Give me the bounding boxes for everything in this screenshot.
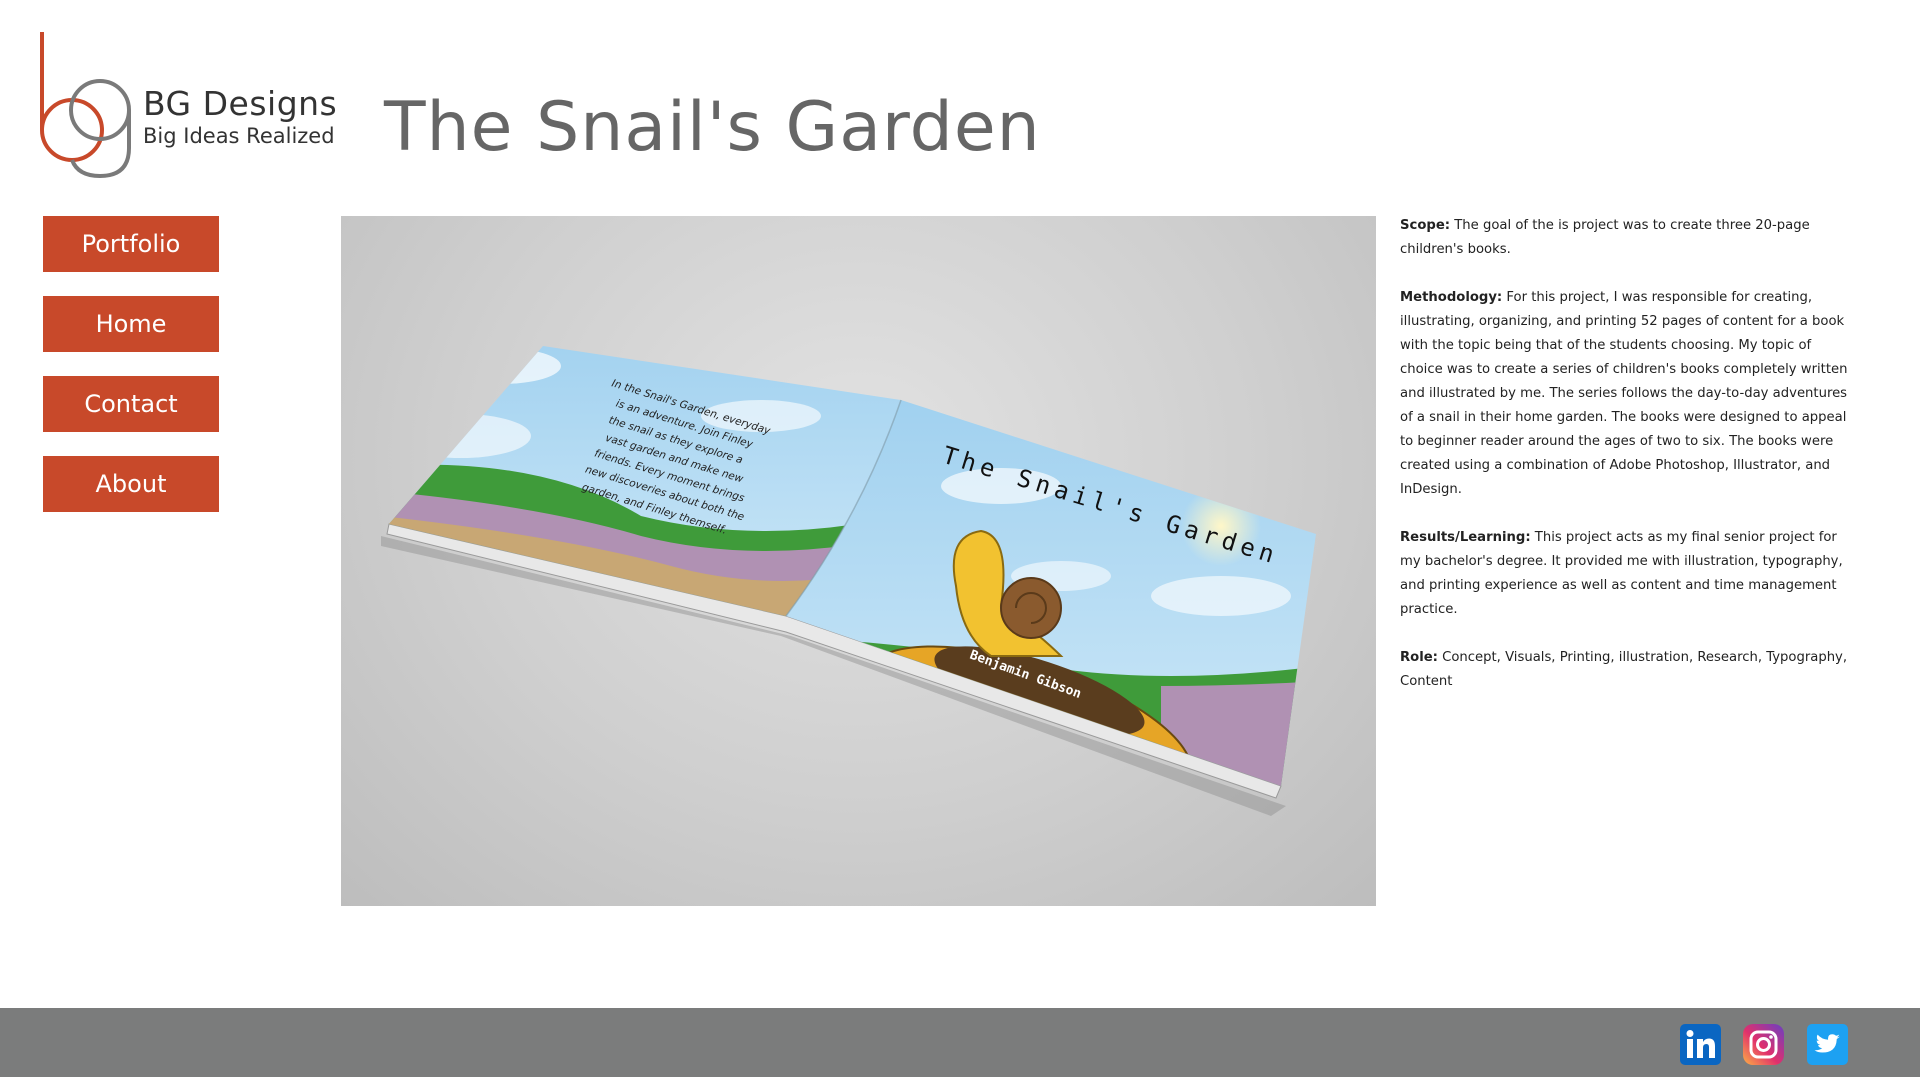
results-paragraph: Results/Learning: This project acts as m… [1400, 526, 1848, 622]
instagram-link[interactable] [1743, 1024, 1784, 1065]
instagram-icon [1743, 1024, 1784, 1065]
bg-monogram-icon [40, 32, 131, 179]
role-paragraph: Role: Concept, Visuals, Printing, illust… [1400, 646, 1848, 694]
nav-portfolio-button[interactable]: Portfolio [43, 216, 219, 272]
linkedin-link[interactable] [1680, 1024, 1721, 1065]
project-description: Scope: The goal of the is project was to… [1400, 214, 1848, 718]
scope-paragraph: Scope: The goal of the is project was to… [1400, 214, 1848, 262]
side-nav: Portfolio Home Contact About [43, 216, 219, 536]
scope-text: The goal of the is project was to create… [1400, 218, 1810, 257]
methodology-paragraph: Methodology: For this project, I was res… [1400, 286, 1848, 502]
brand-name: BG Designs [143, 84, 338, 123]
book-mockup-image: In the Snail's Garden, everyday is an ad… [341, 216, 1376, 906]
role-text: Concept, Visuals, Printing, illustration… [1400, 650, 1848, 689]
brand-tagline: Big Ideas Realized [143, 124, 335, 148]
nav-about-button[interactable]: About [43, 456, 219, 512]
scope-label: Scope: [1400, 218, 1451, 233]
linkedin-icon [1680, 1024, 1721, 1065]
footer [0, 1008, 1920, 1077]
methodology-label: Methodology: [1400, 290, 1503, 305]
twitter-icon [1807, 1024, 1848, 1065]
nav-contact-button[interactable]: Contact [43, 376, 219, 432]
page-title: The Snail's Garden [384, 88, 1041, 167]
twitter-link[interactable] [1807, 1024, 1848, 1065]
role-label: Role: [1400, 650, 1438, 665]
methodology-text: For this project, I was responsible for … [1400, 290, 1848, 497]
results-label: Results/Learning: [1400, 530, 1531, 545]
brand-logo[interactable]: BG Designs Big Ideas Realized [38, 30, 358, 180]
nav-home-button[interactable]: Home [43, 296, 219, 352]
